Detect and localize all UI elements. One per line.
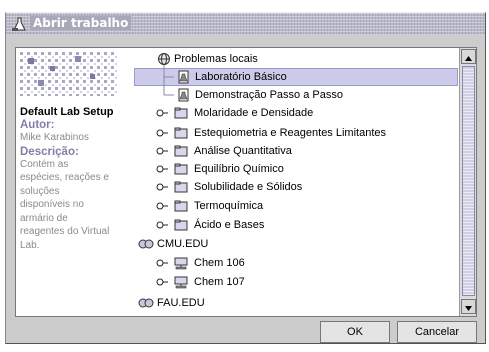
tree-node-equilibrio[interactable]: Equilíbrio Químico <box>134 160 454 178</box>
folder-icon <box>174 107 188 119</box>
server-group-icon <box>138 298 154 308</box>
tree-node-demonstracao[interactable]: Demonstração Passo a Passo <box>134 86 454 104</box>
expand-handle-icon[interactable] <box>156 126 168 140</box>
expand-handle-icon[interactable] <box>156 256 168 270</box>
flask-icon <box>12 17 26 31</box>
scroll-up-button[interactable] <box>461 49 476 64</box>
vertical-scrollbar[interactable] <box>459 48 476 316</box>
expand-handle-icon[interactable] <box>156 144 168 158</box>
description-label: Descrição: <box>20 145 79 158</box>
expand-handle-icon[interactable] <box>156 162 168 176</box>
content-panel: Default Lab Setup Autor: Mike Karabinos … <box>15 47 477 317</box>
ok-button[interactable]: OK <box>320 321 390 343</box>
expand-handle-icon[interactable] <box>156 106 168 120</box>
tree-node-fau-edu[interactable]: FAU.EDU <box>134 294 454 312</box>
title-bar[interactable]: Abrir trabalho <box>6 13 485 35</box>
arrow-up-icon <box>465 56 472 61</box>
tree-node-problemas-locais[interactable]: Problemas locais <box>134 50 454 68</box>
tree-node-solubilidade[interactable]: Solubilidade e Sólidos <box>134 178 454 196</box>
virtual-lab-logo <box>20 52 118 96</box>
tree-node-estequiometria[interactable]: Estequiometria e Reagentes Limitantes <box>134 124 454 142</box>
window-title: Abrir trabalho <box>30 16 132 30</box>
setup-info: Default Lab Setup Autor: Mike Karabinos … <box>20 106 130 252</box>
cancel-button[interactable]: Cancelar <box>397 321 477 343</box>
author-label: Autor: <box>20 119 55 131</box>
expand-handle-icon[interactable] <box>156 180 168 194</box>
tree-node-acido-bases[interactable]: Ácido e Bases <box>134 216 454 234</box>
folder-icon <box>174 127 188 139</box>
network-folder-icon <box>158 53 170 65</box>
tree-node-cmu-edu[interactable]: CMU.EDU <box>134 235 454 253</box>
folder-icon <box>174 200 188 212</box>
tree-node-chem-107[interactable]: Chem 107 <box>134 273 454 291</box>
lab-document-icon <box>178 70 189 84</box>
computer-icon <box>174 257 188 270</box>
lab-document-icon <box>178 88 189 102</box>
tree-node-chem-106[interactable]: Chem 106 <box>134 254 454 272</box>
folder-icon <box>174 219 188 231</box>
tree-node-molaridade[interactable]: Molaridade e Densidade <box>134 104 454 122</box>
tree-node-analise[interactable]: Análise Quantitativa <box>134 142 454 160</box>
expand-handle-icon[interactable] <box>156 218 168 232</box>
folder-icon <box>174 163 188 175</box>
folder-icon <box>174 181 188 193</box>
server-group-icon <box>138 239 154 249</box>
folder-icon <box>174 145 188 157</box>
expand-handle-icon[interactable] <box>156 275 168 289</box>
description-text: Contém as espécies, reações e soluções d… <box>20 158 110 251</box>
open-work-dialog: Abrir trabalho Default Lab Setup Autor: … <box>5 12 486 344</box>
scroll-down-button[interactable] <box>461 299 476 314</box>
setup-name: Default Lab Setup <box>20 106 114 118</box>
computer-icon <box>174 276 188 289</box>
author-value: Mike Karabinos <box>20 132 89 143</box>
tree-node-termoquimica[interactable]: Termoquímica <box>134 197 454 215</box>
tree-node-laboratorio-basico[interactable]: Laboratório Básico <box>134 68 454 86</box>
scrollbar-thumb[interactable] <box>462 66 475 296</box>
problem-tree[interactable]: Problemas locais Laboratório Básico Demo… <box>134 48 459 316</box>
arrow-down-icon <box>465 306 472 311</box>
expand-handle-icon[interactable] <box>156 199 168 213</box>
